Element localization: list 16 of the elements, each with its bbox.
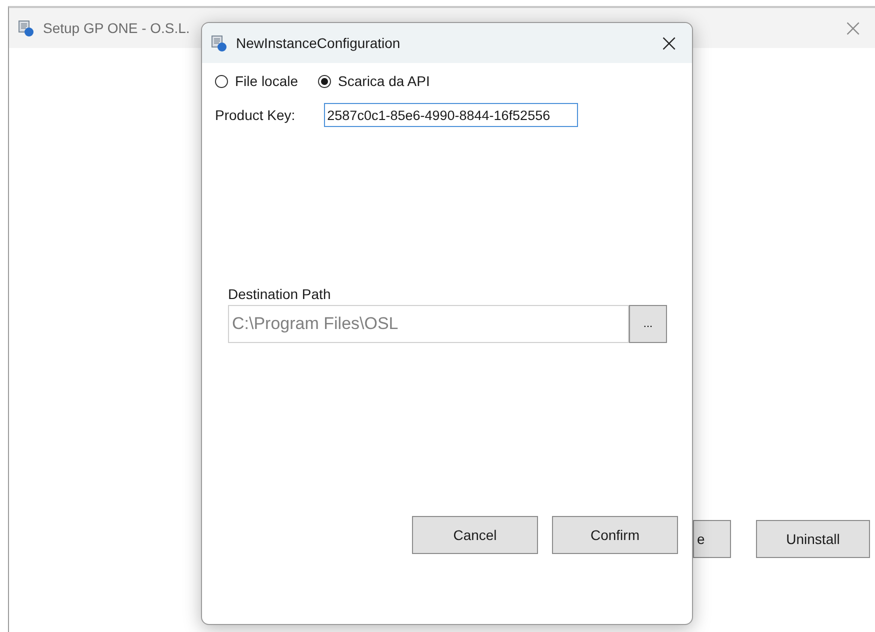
radio-option[interactable]: File locale xyxy=(215,73,298,89)
window-title: Setup GP ONE - O.S.L. xyxy=(43,20,191,36)
field-label: Product Key: xyxy=(215,107,296,123)
dialog-title: NewInstanceConfiguration xyxy=(236,35,402,51)
radio-option[interactable]: Scarica da API xyxy=(318,73,430,89)
browse-button[interactable]: ... xyxy=(629,305,667,343)
confirm-button[interactable]: Confirm xyxy=(552,516,678,554)
field-label: Destination Path xyxy=(228,286,332,302)
destination-path-field[interactable]: C:\Program Files\OSL xyxy=(228,305,629,343)
close-button[interactable]: × xyxy=(646,23,692,63)
uninstall-button[interactable]: Uninstall xyxy=(756,520,870,558)
product-key-field[interactable]: 2587c0c1-85e6-4990-8844-16f52556 xyxy=(324,103,578,127)
cancel-button[interactable]: Cancel xyxy=(412,516,538,554)
app-icon xyxy=(210,34,228,52)
hidden-button[interactable]: e xyxy=(693,520,731,558)
app-icon xyxy=(17,19,35,37)
